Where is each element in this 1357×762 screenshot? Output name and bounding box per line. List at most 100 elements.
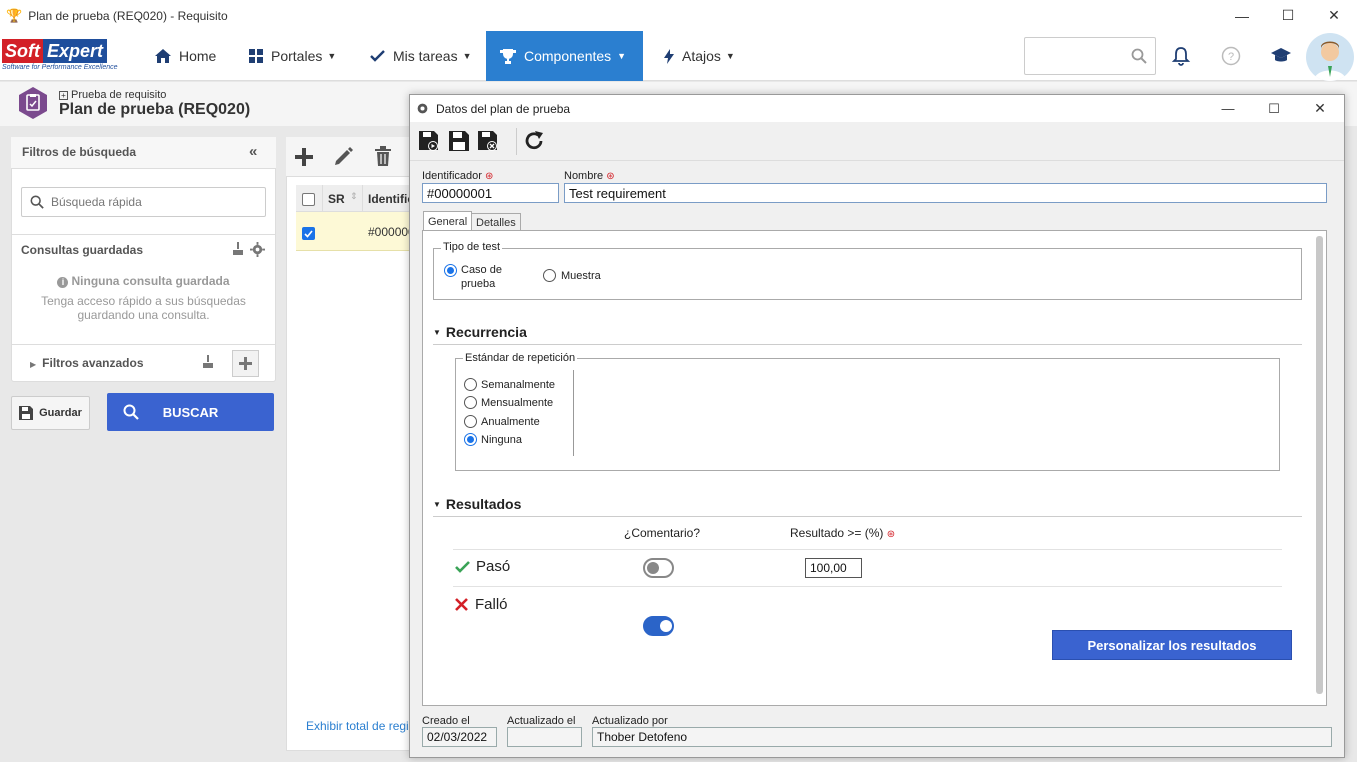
col-resultado: Resultado >= (%) ⊛ (790, 526, 895, 540)
col-header-identificador[interactable]: Identificador (368, 192, 409, 206)
identificador-label-text: Identificador (422, 170, 482, 182)
required-icon: ⊛ (485, 171, 494, 182)
filters-title: Filtros de búsqueda (22, 145, 137, 159)
nav-portales[interactable]: Portales ▼ (235, 31, 350, 81)
close-button[interactable]: ✕ (1311, 0, 1357, 31)
no-saved-queries-title: Ninguna consulta guardada (71, 274, 230, 288)
nav-home[interactable]: Home (141, 31, 230, 81)
save-query-label: Guardar (39, 407, 82, 419)
chevron-down-icon: ▼ (617, 51, 627, 61)
actualizado-label: Actualizado el (507, 715, 576, 727)
creado-label: Creado el (422, 715, 470, 727)
save-and-close-icon[interactable] (478, 131, 499, 152)
result-threshold-paso[interactable]: 100,00 (805, 558, 862, 578)
nav-home-label: Home (179, 48, 217, 64)
save-query-button[interactable]: Guardar (11, 396, 90, 430)
bell-icon[interactable] (1171, 46, 1191, 66)
select-all-checkbox[interactable] (302, 193, 315, 206)
resultados-section[interactable]: ▼ Resultados (433, 496, 521, 512)
divider (11, 234, 276, 235)
row-identificador: #00000001 (368, 225, 409, 239)
svg-text:?: ? (1228, 51, 1234, 63)
help-icon[interactable]: ? (1221, 46, 1241, 66)
nav-mis-tareas[interactable]: Mis tareas ▼ (356, 31, 486, 81)
col-comentario: ¿Comentario? (624, 526, 701, 540)
nombre-field[interactable]: Test requirement (564, 183, 1327, 203)
dialog-close-button[interactable]: ✕ (1297, 95, 1343, 122)
identificador-field[interactable]: #00000001 (422, 183, 559, 203)
radio-ninguna[interactable]: Ninguna (464, 433, 522, 446)
global-search-input[interactable] (1024, 37, 1156, 75)
expand-icon: + (59, 91, 68, 100)
result-row-fallo: Falló (455, 596, 508, 613)
broom-icon[interactable] (202, 355, 214, 369)
col-header-sr[interactable]: SR (328, 192, 345, 206)
user-avatar[interactable] (1306, 33, 1354, 81)
radio-mensualmente-indicator (464, 396, 477, 409)
dialog-toolbar (410, 122, 1344, 161)
quick-search-placeholder: Búsqueda rápida (51, 195, 142, 209)
trophy-icon: 🏆 (6, 7, 23, 23)
graduation-cap-icon[interactable] (1270, 47, 1292, 65)
save-and-new-icon[interactable] (419, 131, 440, 152)
maximize-button[interactable]: ☐ (1265, 0, 1311, 31)
breadcrumb[interactable]: + Prueba de requisito (59, 89, 166, 101)
sort-icon[interactable]: ⇕ (350, 191, 358, 202)
radio-semanalmente-label: Semanalmente (481, 378, 555, 391)
scrollbar[interactable] (1316, 236, 1323, 694)
actualizado-field (507, 727, 582, 747)
no-saved-queries: i Ninguna consulta guardada (11, 274, 276, 288)
add-record-icon[interactable] (295, 148, 313, 166)
nav-atajos[interactable]: Atajos ▼ (650, 31, 749, 81)
radio-muestra[interactable]: Muestra (543, 269, 601, 282)
advanced-filters-label: Filtros avanzados (42, 356, 144, 370)
broom-icon[interactable] (232, 242, 244, 256)
radio-muestra-label: Muestra (561, 269, 601, 282)
toolbar-divider (516, 128, 517, 155)
check-icon (455, 560, 470, 573)
radio-semanalmente[interactable]: Semanalmente (464, 378, 555, 391)
actualizado-por-field: Thober Detofeno (592, 727, 1332, 747)
gear-icon[interactable] (250, 242, 265, 257)
save-icon[interactable] (449, 131, 469, 151)
edit-icon[interactable] (334, 146, 354, 166)
trash-icon[interactable] (374, 146, 392, 166)
radio-mensualmente[interactable]: Mensualmente (464, 396, 553, 409)
customize-results-button[interactable]: Personalizar los resultados (1052, 630, 1292, 660)
advanced-filters-toggle[interactable]: ▶ Filtros avanzados (30, 356, 144, 370)
recurrencia-section[interactable]: ▼ Recurrencia (433, 324, 527, 340)
x-icon (455, 598, 468, 611)
softexpert-logo[interactable]: Soft Expert Software for Performance Exc… (2, 39, 132, 75)
minimize-button[interactable]: — (1219, 0, 1265, 31)
search-button[interactable]: BUSCAR (107, 393, 274, 431)
search-button-label: BUSCAR (162, 404, 219, 420)
nav-componentes[interactable]: Componentes ▼ (486, 31, 643, 81)
dialog-maximize-button[interactable]: ☐ (1251, 95, 1297, 122)
search-icon (1131, 48, 1147, 64)
dialog-title: Datos del plan de prueba (436, 101, 571, 116)
dialog-minimize-button[interactable]: — (1205, 95, 1251, 122)
comment-toggle-fallo[interactable] (643, 616, 674, 636)
floppy-icon (19, 406, 34, 420)
show-total-records-link[interactable]: Exhibir total de registros (306, 719, 410, 733)
tab-general[interactable]: General (423, 211, 473, 231)
saved-queries-label: Consultas guardadas (21, 243, 144, 257)
estandar-repeticion-legend: Estándar de repetición (463, 352, 578, 364)
result-row-paso: Pasó (455, 558, 510, 575)
recurrencia-title: Recurrencia (445, 324, 527, 340)
radio-caso-de-prueba[interactable]: Caso de prueba (444, 263, 525, 291)
collapse-panel-icon[interactable]: « (249, 143, 257, 160)
quick-search-input[interactable]: Búsqueda rápida (21, 187, 266, 217)
refresh-icon[interactable] (524, 130, 545, 152)
filters-panel (11, 137, 276, 382)
dialog-titlebar: Datos del plan de prueba (410, 95, 1344, 122)
add-filter-button[interactable] (232, 350, 259, 377)
logo-expert: Expert (43, 39, 108, 63)
chevron-right-icon: ▶ (30, 360, 37, 369)
home-icon (155, 49, 171, 63)
tab-detalles[interactable]: Detalles (471, 213, 521, 231)
radio-anualmente[interactable]: Anualmente (464, 415, 540, 428)
comment-toggle-paso[interactable] (643, 558, 674, 578)
row-checkbox[interactable] (302, 227, 315, 240)
col-resultado-label: Resultado >= (%) (790, 526, 884, 540)
